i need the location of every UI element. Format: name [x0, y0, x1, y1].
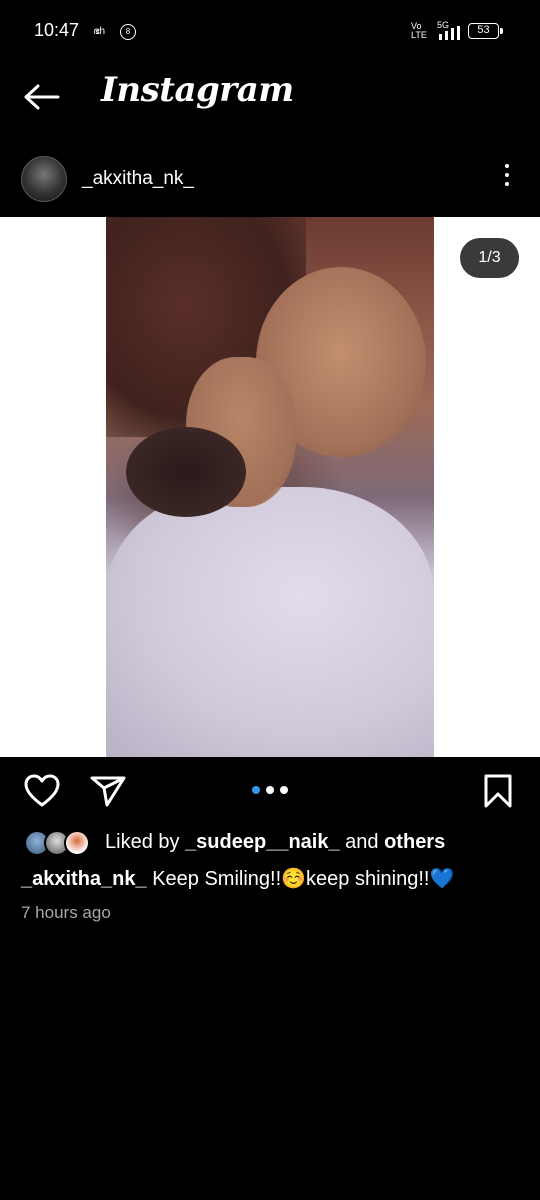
likes-user[interactable]: _sudeep__naik_	[185, 831, 340, 853]
instagram-logo: Instagram	[101, 70, 294, 110]
likes-prefix: Liked by	[105, 831, 180, 853]
volte-icon: Vo LTE	[411, 21, 427, 40]
more-options-icon[interactable]	[497, 164, 517, 192]
caption-username[interactable]: _akxitha_nk_	[21, 868, 147, 890]
back-arrow-icon[interactable]	[24, 84, 60, 110]
battery-icon: 53	[468, 23, 499, 39]
image-counter-badge: 1/3	[460, 238, 519, 278]
liker-avatar	[64, 830, 90, 856]
notification-icon: ഭh	[93, 26, 106, 37]
carousel-dot-active	[252, 786, 260, 794]
status-time: 10:47	[34, 20, 80, 40]
status-bar: 10:47 ഭh 8 Vo LTE 5G 53	[0, 0, 540, 60]
post-image[interactable]	[106, 217, 434, 757]
photo-scrunchie	[126, 427, 246, 517]
caption-text: Keep Smiling!!☺️keep shining!!💙	[152, 868, 455, 890]
likes-others[interactable]: others	[384, 831, 445, 853]
likes-summary[interactable]: Liked by _sudeep__naik_ and others	[105, 831, 445, 854]
sync-icon: 8	[120, 24, 136, 40]
likes-connector: and	[345, 831, 379, 853]
save-bookmark-icon[interactable]	[483, 774, 513, 808]
battery-tip	[500, 28, 503, 34]
share-send-icon[interactable]	[90, 774, 126, 808]
post-timestamp: 7 hours ago	[21, 903, 111, 922]
post-caption: _akxitha_nk_ Keep Smiling!!☺️keep shinin…	[21, 866, 454, 891]
photo-shirt	[106, 487, 434, 757]
like-heart-icon[interactable]	[24, 774, 60, 808]
signal-icon	[439, 26, 460, 40]
post-username[interactable]: _akxitha_nk_	[82, 168, 194, 190]
avatar[interactable]	[21, 156, 67, 202]
liker-avatars[interactable]	[24, 830, 94, 858]
carousel-dot	[280, 786, 288, 794]
carousel-dot	[266, 786, 274, 794]
